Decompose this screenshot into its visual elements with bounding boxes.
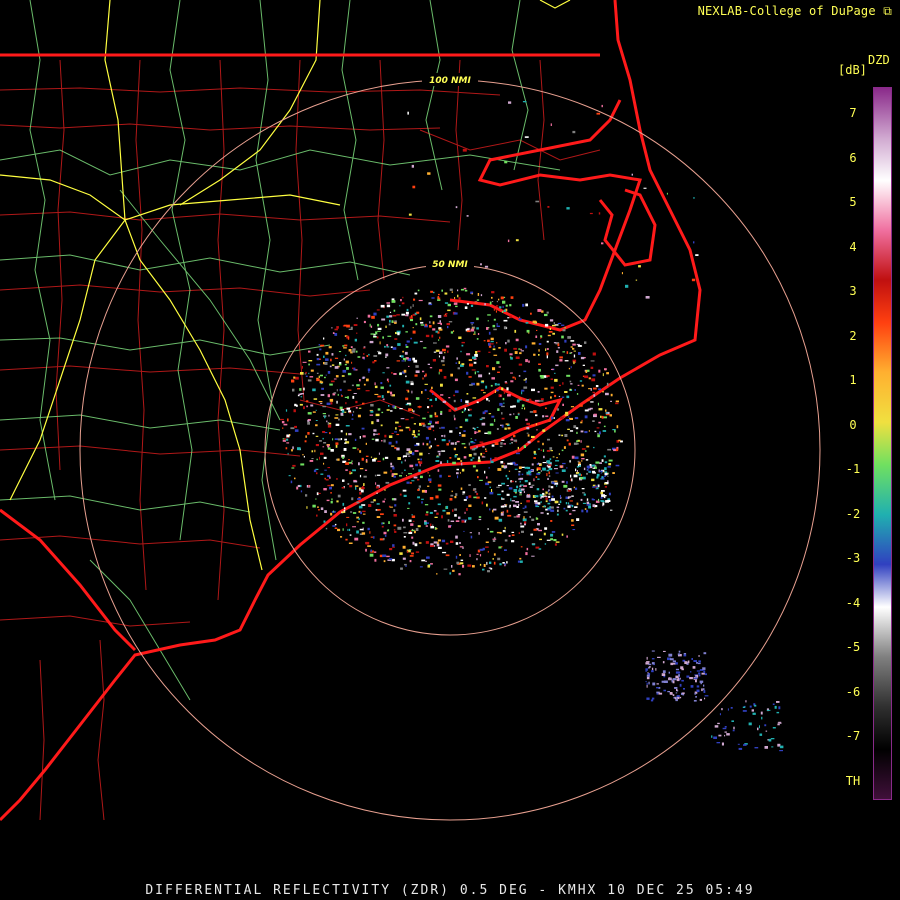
colorbar-tick: 1 [849, 373, 857, 387]
colorbar-tick: 4 [849, 239, 857, 254]
product-caption: DIFFERENTIAL REFLECTIVITY (ZDR) 0.5 DEG … [145, 883, 755, 898]
range-ring-50-label: 50 NMI [432, 260, 468, 270]
colorbar-unit: [dB] [838, 63, 867, 77]
colorbar-tick: 2 [849, 328, 857, 343]
range-ring-50nmi [264, 264, 636, 636]
cod-logo-icon: ⧉ [883, 4, 892, 18]
colorbar-tick: 7 [849, 106, 857, 120]
inlet-shoreline [598, 188, 657, 267]
colorbar-tick: -6 [845, 684, 861, 699]
colorbar-tick: -5 [845, 640, 861, 654]
credit-label: NEXLAB-College of DuPage ⧉ [697, 4, 892, 18]
colorbar-tick: -2 [845, 506, 861, 521]
highways [0, 0, 561, 701]
colorbar-tick: 0 [849, 417, 857, 432]
colorbar-tick: TH [845, 773, 861, 788]
county-borders [0, 59, 601, 821]
colorbar-tick: 6 [849, 150, 857, 165]
range-ring-100nmi [79, 79, 821, 821]
colorbar-product: DZD [868, 53, 890, 67]
colorbar [873, 87, 892, 800]
colorbar-tick: 5 [849, 195, 857, 209]
colorbar-tick: -1 [845, 462, 861, 476]
colorbar-tick: 3 [849, 284, 857, 298]
colorbar-tick: -7 [845, 729, 861, 743]
radar-map: 50 NMI 100 NMI [0, 0, 821, 822]
range-ring-100-label: 100 NMI [429, 76, 471, 86]
colorbar-tick: -3 [845, 551, 861, 565]
coastline [0, 0, 702, 822]
colorbar-tick: -4 [845, 595, 861, 610]
